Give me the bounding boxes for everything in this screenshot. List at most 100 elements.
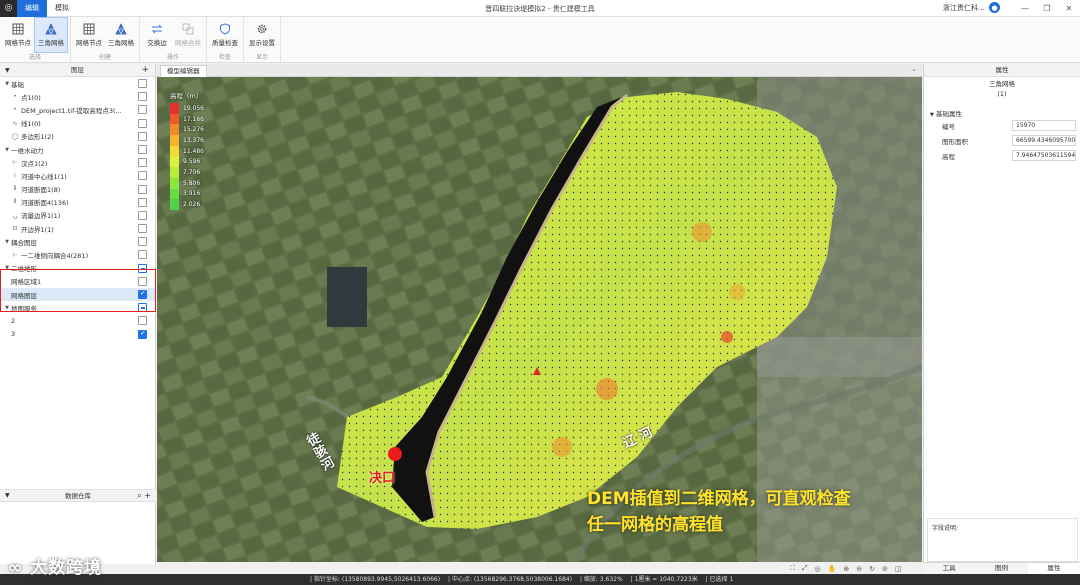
merge-grid-button[interactable]: 网格合并 [172,17,204,53]
layer-visibility-checkbox[interactable] [138,105,147,115]
layer-item[interactable]: ◯ 多边形1(2) [0,130,155,143]
chevron-down-icon[interactable]: ⌄ [911,65,917,73]
layer-visibility-checkbox[interactable] [138,316,147,326]
layer-item[interactable]: ⊢ 一二维侧向耦合4(281) [0,248,155,261]
legend-swatch [170,124,179,136]
expand-caret-icon[interactable]: ▼ [3,265,11,271]
layer-visibility-checkbox[interactable] [138,158,147,168]
layers-panel-title: 图层 [71,66,84,74]
map-canvas[interactable]: 徒骇河 辽 河 决口 DEM插值到二维网格，可直观检查 任一网格的高程值 [157,77,922,562]
expand-icon[interactable]: ⤢ [802,564,808,573]
swap-edge-button[interactable]: 交换边 [142,17,172,53]
tab-model-editor[interactable]: 模型编辑器 [160,65,207,77]
tab-tools[interactable]: 工具 [923,563,975,574]
layer-visibility-checkbox[interactable] [138,224,147,234]
layer-item[interactable]: ▼ 耦合图层 [0,235,155,248]
layer-type-icon: • [13,106,17,114]
pan-hand-icon[interactable]: ✋ [828,565,837,573]
layer-item[interactable]: ▼ 基础 [0,77,155,90]
layer-visibility-checkbox[interactable] [138,79,147,88]
expand-caret-icon[interactable]: ▼ [3,147,11,153]
2d-toggle-icon[interactable]: ⊘ [882,565,888,573]
layer-visibility-checkbox[interactable] [138,92,147,102]
add-icon[interactable]: + [144,491,151,500]
select-grid-node-button[interactable]: 网格节点 [2,17,34,53]
layer-visibility-checkbox[interactable] [138,197,147,207]
layer-visibility-checkbox[interactable] [138,303,147,313]
layer-item[interactable]: • 点1(0) [0,90,155,103]
avatar[interactable]: ● [989,2,1000,13]
close-icon[interactable]: ✕ [1058,0,1080,17]
quality-check-button[interactable]: 质量检查 [209,17,241,53]
layer-visibility-checkbox[interactable] [138,171,147,181]
layer-item[interactable]: ⊢ 汊点1(2) [0,156,155,169]
search-icon[interactable]: ⌕ [137,491,141,500]
layer-visibility-checkbox[interactable] [138,118,147,128]
rotate-icon[interactable]: ↻ [869,565,875,573]
layer-item[interactable]: 网格图层 [0,288,155,302]
layer-type-icon: ◯ [11,132,19,140]
menu-tab-edit[interactable]: 编辑 [17,0,47,17]
ribbon-group-select: 网格节点 三角网格 选择 [0,17,71,62]
layer-visibility-checkbox[interactable] [138,131,147,141]
layer-item[interactable]: ⊡ 开边界1(1) [0,222,155,235]
grid-node-icon [12,23,24,35]
ribbon-group-label: 显示 [255,54,268,61]
minimize-icon[interactable]: — [1014,0,1036,17]
layer-visibility-checkbox[interactable] [138,237,147,247]
elevation-hotspot [721,331,733,343]
layer-type-icon: ⫴ [13,198,17,206]
restore-icon[interactable]: ❐ [1036,0,1058,17]
layer-item[interactable]: • DEM_project1.tif-提取高程点3(... [0,103,155,116]
display-settings-button[interactable]: 显示设置 [246,17,278,53]
add-layer-icon[interactable]: + [141,64,149,77]
layer-type-icon: ⍽ [12,211,18,219]
zoom-out-icon[interactable]: ⊖ [856,565,862,573]
create-grid-node-button[interactable]: 网格节点 [73,17,105,53]
menu-tab-simulate[interactable]: 模拟 [47,0,77,17]
layer-visibility-checkbox[interactable] [138,250,147,260]
layer-visibility-checkbox[interactable] [138,184,147,194]
property-value-area[interactable]: 66599.4346095700 [1012,135,1076,146]
app-logo-icon[interactable]: ◎ [0,0,17,17]
layer-item[interactable]: ▼ 一维水动力 [0,143,155,156]
layer-item[interactable]: ⍽ 流量边界1(1) [0,209,155,222]
legend-swatch [170,145,179,157]
properties-panel: 属性 三角网格 (1) ▼ 基础属性 编号 15970 图形面积 66599.4… [923,64,1080,564]
tab-properties[interactable]: 属性 [1027,563,1080,574]
layer-item[interactable]: ⫴ 河道断面1(8) [0,183,155,196]
create-triangle-grid-button[interactable]: 三角网格 [105,17,137,53]
layer-visibility-checkbox[interactable] [138,329,147,339]
expand-caret-icon[interactable]: ▼ [3,81,11,87]
layer-item[interactable]: 网格区域1 [0,275,155,288]
layer-visibility-checkbox[interactable] [138,210,147,220]
user-area[interactable]: 浙江贵仁科… ● [943,2,1000,13]
layers-panel-header: ▼ 图层 + [0,64,155,77]
property-value-id[interactable]: 15970 [1012,120,1076,131]
breach-point[interactable] [388,447,402,461]
layer-item[interactable]: 3 [0,328,155,341]
layer-visibility-checkbox[interactable] [138,289,147,299]
layer-visibility-checkbox[interactable] [138,144,147,154]
layer-item[interactable]: 2 [0,314,155,327]
split-view-icon[interactable]: ◫ [895,565,902,573]
expand-caret-icon[interactable]: ▼ [3,305,11,311]
layer-visibility-checkbox[interactable] [138,276,147,286]
tab-legend[interactable]: 图例 [975,563,1027,574]
fit-extent-icon[interactable]: ⛶ [790,564,795,573]
layer-item[interactable]: ∿ 线1(0) [0,117,155,130]
property-value-elevation[interactable]: 7.94647503611594 [1012,150,1076,161]
target-icon[interactable]: ◎ [815,565,821,573]
collapse-caret-icon[interactable]: ▼ [5,64,10,77]
layer-item[interactable]: ⫴ 河道断面4(136) [0,196,155,209]
ribbon-group-label: 检查 [218,54,231,61]
layer-item[interactable]: ▼ 地图服务 [0,301,155,314]
select-triangle-grid-button[interactable]: 三角网格 [34,17,68,53]
zoom-in-icon[interactable]: ⊕ [843,565,849,573]
layer-item[interactable]: ⁞ 河道中心线1(1) [0,169,155,182]
collapse-caret-icon[interactable]: ▼ [5,490,10,502]
properties-section[interactable]: ▼ 基础属性 [924,108,1080,118]
layer-item[interactable]: ▼ 二维地形 [0,262,155,275]
layer-visibility-checkbox[interactable] [138,263,147,273]
expand-caret-icon[interactable]: ▼ [3,239,11,245]
